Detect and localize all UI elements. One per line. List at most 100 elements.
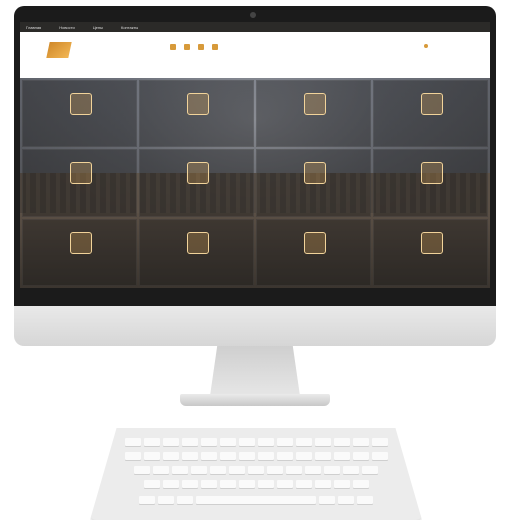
tower-icon bbox=[186, 162, 209, 185]
key bbox=[357, 496, 373, 504]
key bbox=[276, 438, 293, 446]
social-icon[interactable] bbox=[184, 44, 190, 50]
key bbox=[162, 438, 179, 446]
monitor-stand-neck bbox=[210, 346, 300, 396]
social-icon[interactable] bbox=[170, 44, 176, 50]
service-tile[interactable] bbox=[256, 218, 371, 286]
key bbox=[158, 496, 174, 504]
key bbox=[162, 452, 179, 460]
key bbox=[162, 480, 179, 488]
key bbox=[352, 452, 369, 460]
keyboard-row bbox=[90, 438, 422, 446]
topbar-link-news[interactable]: Новости bbox=[59, 25, 74, 30]
key bbox=[286, 466, 302, 474]
topbar-link-prices[interactable]: Цены bbox=[93, 25, 103, 30]
topbar-link-contacts[interactable]: Контакты bbox=[121, 25, 138, 30]
key bbox=[267, 466, 283, 474]
service-tile[interactable] bbox=[22, 218, 137, 286]
key bbox=[295, 452, 312, 460]
service-tile[interactable] bbox=[139, 149, 254, 217]
site-header bbox=[20, 32, 490, 78]
key bbox=[219, 452, 236, 460]
gear-icon bbox=[186, 231, 209, 254]
key bbox=[124, 452, 141, 460]
service-tile[interactable] bbox=[22, 80, 137, 148]
award-icon bbox=[420, 162, 443, 185]
key bbox=[314, 438, 331, 446]
book-icon bbox=[69, 231, 92, 254]
tree-icon bbox=[303, 231, 326, 254]
social-icon[interactable] bbox=[212, 44, 218, 50]
hero-background bbox=[20, 78, 490, 288]
social-links bbox=[170, 44, 218, 50]
key bbox=[276, 480, 293, 488]
key bbox=[338, 496, 354, 504]
topbar-link-home[interactable]: Главная bbox=[26, 25, 41, 30]
key bbox=[371, 438, 388, 446]
key bbox=[124, 438, 141, 446]
keyboard-row bbox=[90, 466, 422, 474]
key bbox=[143, 452, 160, 460]
keyboard bbox=[90, 428, 422, 520]
key bbox=[238, 438, 255, 446]
key bbox=[177, 496, 193, 504]
key bbox=[200, 452, 217, 460]
key bbox=[143, 438, 160, 446]
service-tile[interactable] bbox=[139, 80, 254, 148]
topbar: Главная Новости Цены Контакты bbox=[20, 22, 490, 32]
key bbox=[219, 438, 236, 446]
key bbox=[229, 466, 245, 474]
key bbox=[333, 452, 350, 460]
grid-icon bbox=[420, 93, 443, 115]
site-logo[interactable] bbox=[46, 42, 72, 58]
key bbox=[343, 466, 359, 474]
key bbox=[371, 452, 388, 460]
key bbox=[191, 466, 207, 474]
service-tile[interactable] bbox=[22, 149, 137, 217]
key bbox=[238, 480, 255, 488]
key bbox=[219, 480, 236, 488]
key bbox=[248, 466, 264, 474]
key bbox=[181, 438, 198, 446]
key bbox=[200, 480, 217, 488]
chart-icon bbox=[420, 231, 443, 254]
key bbox=[181, 452, 198, 460]
monitor-chin bbox=[14, 306, 496, 346]
key bbox=[362, 466, 378, 474]
key bbox=[295, 438, 312, 446]
key bbox=[238, 452, 255, 460]
camera-icon bbox=[250, 12, 256, 18]
key bbox=[257, 438, 274, 446]
key bbox=[153, 466, 169, 474]
network-icon bbox=[303, 93, 326, 115]
phone-icon bbox=[424, 44, 428, 48]
key bbox=[134, 466, 150, 474]
key bbox=[181, 480, 198, 488]
key bbox=[210, 466, 226, 474]
key bbox=[352, 480, 369, 488]
key bbox=[314, 452, 331, 460]
social-icon[interactable] bbox=[198, 44, 204, 50]
key bbox=[305, 466, 321, 474]
key bbox=[257, 452, 274, 460]
service-tile[interactable] bbox=[139, 218, 254, 286]
phone[interactable] bbox=[424, 44, 430, 49]
temple-icon bbox=[303, 162, 326, 185]
key bbox=[143, 480, 160, 488]
keyboard-row bbox=[90, 480, 422, 488]
monitor-stand-foot bbox=[180, 394, 330, 406]
key bbox=[139, 496, 155, 504]
key bbox=[172, 466, 188, 474]
service-tile[interactable] bbox=[373, 218, 488, 286]
building-icon bbox=[69, 162, 92, 185]
service-tile[interactable] bbox=[256, 80, 371, 148]
service-grid bbox=[22, 80, 488, 286]
key bbox=[295, 480, 312, 488]
service-tile[interactable] bbox=[256, 149, 371, 217]
key bbox=[314, 480, 331, 488]
service-tile[interactable] bbox=[373, 149, 488, 217]
service-tile[interactable] bbox=[373, 80, 488, 148]
key bbox=[257, 480, 274, 488]
key bbox=[333, 438, 350, 446]
key bbox=[333, 480, 350, 488]
